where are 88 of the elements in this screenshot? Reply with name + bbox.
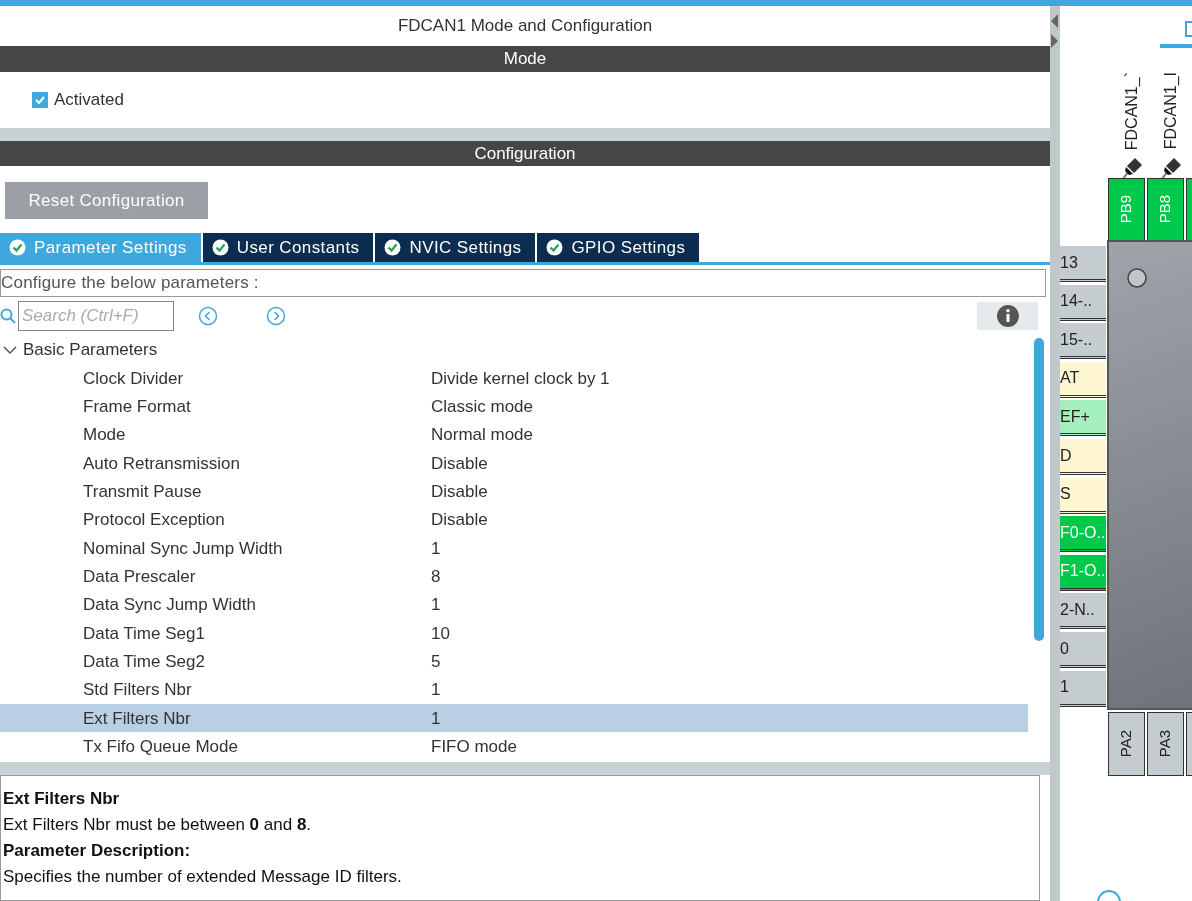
checkbox[interactable] [32,91,48,108]
pin[interactable]: PA3 [1147,712,1184,776]
parameter-value: Disable [431,509,488,532]
parameter-name: Data Prescaler [82,565,197,588]
chip-icon[interactable] [1184,20,1192,38]
collapse-arrow-icon[interactable] [1051,14,1059,28]
pin[interactable]: 14-.. [1060,284,1106,321]
group-label: Basic Parameters [23,339,158,362]
parameter-name: Nominal Sync Jump Width [82,537,284,560]
parameter-row[interactable]: Auto Retransmission Disable [0,449,1028,478]
parameter-value: 8 [431,565,441,588]
parameter-name: Auto Retransmission [82,452,241,475]
info-button[interactable] [977,302,1038,331]
parameter-name: Clock Divider [82,367,185,390]
signal-label: FDCAN1_` [1122,72,1141,151]
parameter-name: Frame Format [82,395,192,418]
section-header: Configuration [0,140,1050,167]
parameter-name: Data Sync Jump Width [82,594,257,617]
parameter-row[interactable]: Data Sync Jump Width 1 [0,590,1028,620]
tab[interactable]: User Constants [202,233,374,263]
parameter-name: Data Time Seg2 [82,650,206,673]
parameter-value: 1 [431,679,441,702]
pin[interactable]: 13 [1060,246,1106,282]
description-rule: Ext Filters Nbr must be between 0 and 8. [3,814,313,836]
chevron-icon[interactable] [3,343,17,357]
window-title: FDCAN1 Mode and Configuration [397,15,653,38]
parameter-row[interactable]: Nominal Sync Jump Width 1 [0,534,1028,563]
signal-label: FDCAN1_I [1161,72,1180,150]
parameter-row[interactable]: Data Time Seg2 5 [0,647,1028,676]
pin[interactable]: S [1060,477,1106,514]
next-icon[interactable] [266,306,286,327]
parameter-value: FIFO mode [431,735,517,758]
tab[interactable]: GPIO Settings [537,233,700,263]
parameter-name: Protocol Exception [82,509,226,532]
parameter-value: Classic mode [431,395,534,418]
search-field[interactable]: Search (Ctrl+F) [18,301,174,332]
view-tab-underline [1160,44,1192,48]
section-header: Mode [0,46,1050,72]
parameter-row[interactable]: Tx Fifo Queue Mode FIFO mode [0,732,1028,761]
parameter-name: Transmit Pause [82,480,203,503]
parameter-value: 1 [431,594,441,617]
check-circle-icon [384,239,402,257]
description-heading: Parameter Description: [3,840,192,862]
parameter-row[interactable]: Mode Normal mode [0,420,1028,450]
pin[interactable]: 15-.. [1060,323,1106,360]
check-circle-icon [211,239,229,257]
expand-arrow-icon[interactable] [1051,34,1059,48]
search-icon [0,308,16,325]
previous-icon[interactable] [198,306,218,327]
hint-text: Configure the below parameters : [0,269,1046,297]
parameter-value: 1 [431,537,441,560]
tree-group[interactable]: Basic Parameters [0,335,1028,365]
checkbox-label: Activated [54,89,124,112]
pin[interactable]: AT [1060,361,1106,398]
pin[interactable]: PA2 [1108,712,1145,776]
tab[interactable]: NVIC Settings [375,233,536,263]
parameter-row[interactable]: Ext Filters Nbr 1 [0,704,1028,733]
parameter-value: Disable [431,480,488,503]
parameter-name: Ext Filters Nbr [82,707,192,730]
parameter-value: Disable [431,452,488,475]
parameter-row[interactable]: Frame Format Classic mode [0,392,1028,421]
parameter-value: Divide kernel clock by 1 [431,367,610,390]
description-text: Specifies the number of extended Message ID filters. [3,866,403,888]
pin[interactable]: EF+ [1060,400,1106,437]
parameter-row[interactable]: Data Time Seg1 10 [0,619,1028,648]
parameter-row[interactable]: Data Prescaler 8 [0,562,1028,591]
parameter-value: 1 [431,707,441,730]
parameter-value: 10 [431,622,450,645]
parameter-value: Normal mode [431,424,534,447]
info-icon [996,305,1019,328]
parameter-name: Tx Fifo Queue Mode [82,735,239,758]
parameter-row[interactable]: Transmit Pause Disable [0,477,1028,506]
parameter-name: Mode [82,424,127,447]
description-title: Ext Filters Nbr [3,788,121,810]
pin[interactable]: 2-N.. [1060,593,1106,630]
parameter-name: Std Filters Nbr [82,679,193,702]
parameter-row[interactable]: Protocol Exception Disable [0,505,1028,535]
zoom-icon[interactable] [1096,889,1122,901]
pin[interactable]: 1 [1060,670,1106,707]
parameter-value: 5 [431,650,441,673]
check-circle-icon [546,239,564,257]
pin-one-marker-icon [1126,267,1148,289]
parameter-name: Data Time Seg1 [82,622,206,645]
check-circle-icon [9,239,26,257]
pin[interactable]: 0 [1060,632,1106,668]
parameter-row[interactable]: Clock Divider Divide kernel clock by 1 [0,364,1028,393]
parameter-row[interactable]: Std Filters Nbr 1 [0,675,1028,705]
pin[interactable]: D [1060,439,1106,475]
